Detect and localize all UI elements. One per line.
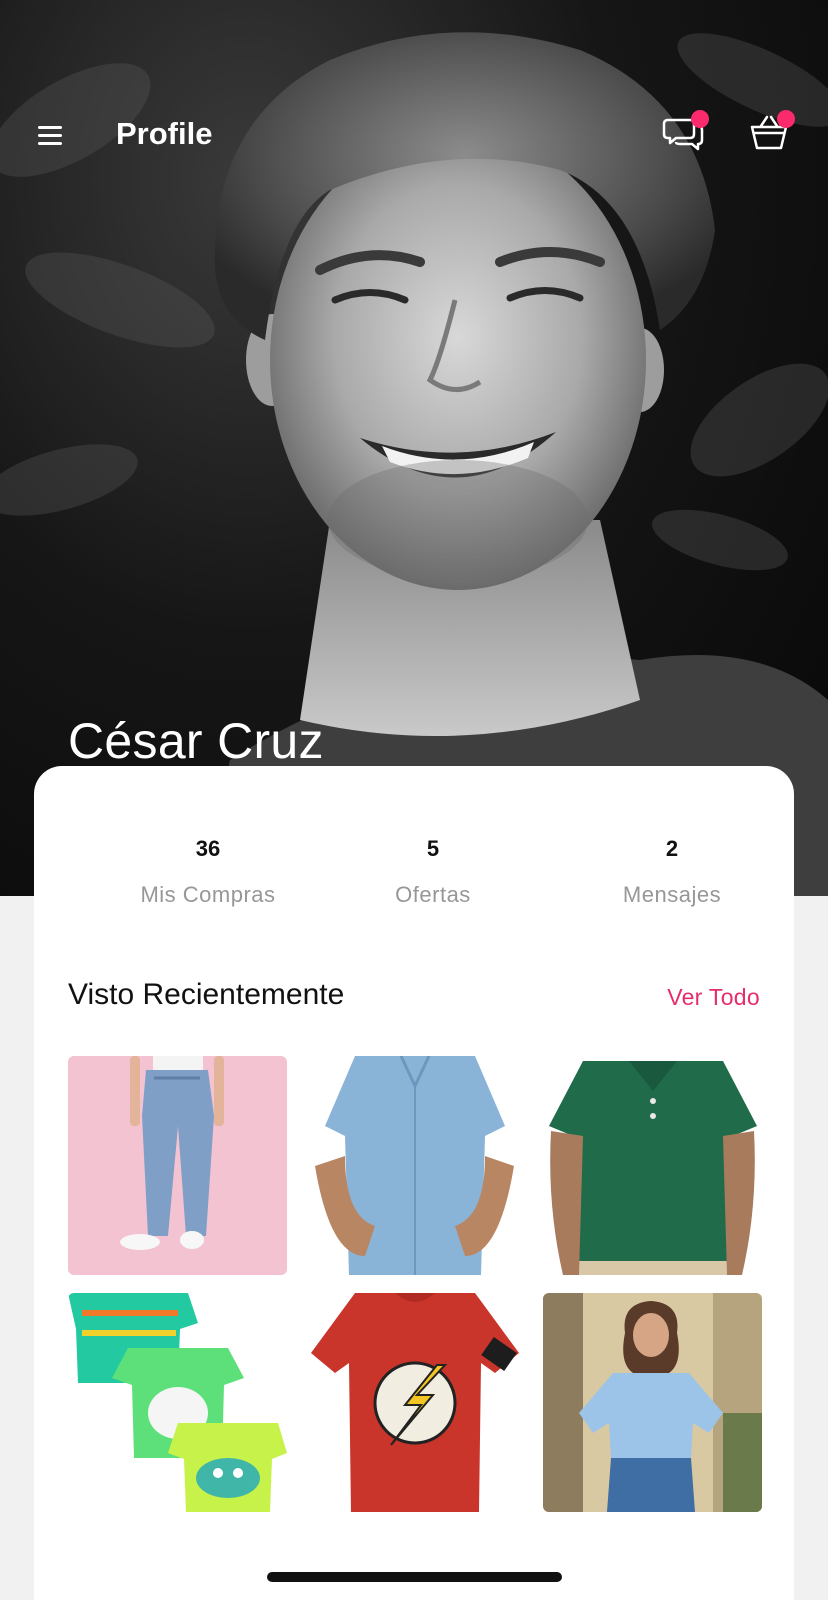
- see-all-link[interactable]: Ver Todo: [667, 984, 760, 1011]
- stat-value: 2: [665, 836, 679, 861]
- product-thumbnail-jeans[interactable]: [68, 1056, 287, 1275]
- stat-purchases[interactable]: 36 Mis Compras: [98, 836, 318, 908]
- cart-notification-badge: [777, 110, 795, 128]
- product-thumbnail-blue-shirt[interactable]: [305, 1056, 524, 1275]
- stat-label: Mensajes: [622, 882, 722, 907]
- home-indicator: [267, 1572, 562, 1582]
- menu-icon[interactable]: [38, 126, 64, 146]
- stat-value: 36: [195, 836, 221, 861]
- page-title: Profile: [116, 116, 213, 151]
- profile-card: 36 Mis Compras 5 Ofertas 2 Mensajes Vist…: [34, 766, 794, 1600]
- stat-value: 5: [426, 836, 440, 861]
- recently-viewed-title: Visto Recientemente: [68, 978, 345, 1011]
- product-thumbnail-red-tee[interactable]: [305, 1293, 524, 1512]
- product-thumbnail-kids-tees[interactable]: [68, 1293, 287, 1512]
- product-thumbnail-blouse[interactable]: [543, 1293, 762, 1512]
- stat-messages[interactable]: 2 Mensajes: [562, 836, 782, 908]
- stat-label: Mis Compras: [140, 882, 276, 907]
- stat-label: Ofertas: [395, 882, 471, 907]
- stats-row: 36 Mis Compras 5 Ofertas 2 Mensajes: [34, 836, 794, 916]
- profile-name: César Cruz: [68, 713, 324, 769]
- stat-offers[interactable]: 5 Ofertas: [323, 836, 543, 908]
- chat-notification-badge: [691, 110, 709, 128]
- product-thumbnail-green-polo[interactable]: [543, 1056, 762, 1275]
